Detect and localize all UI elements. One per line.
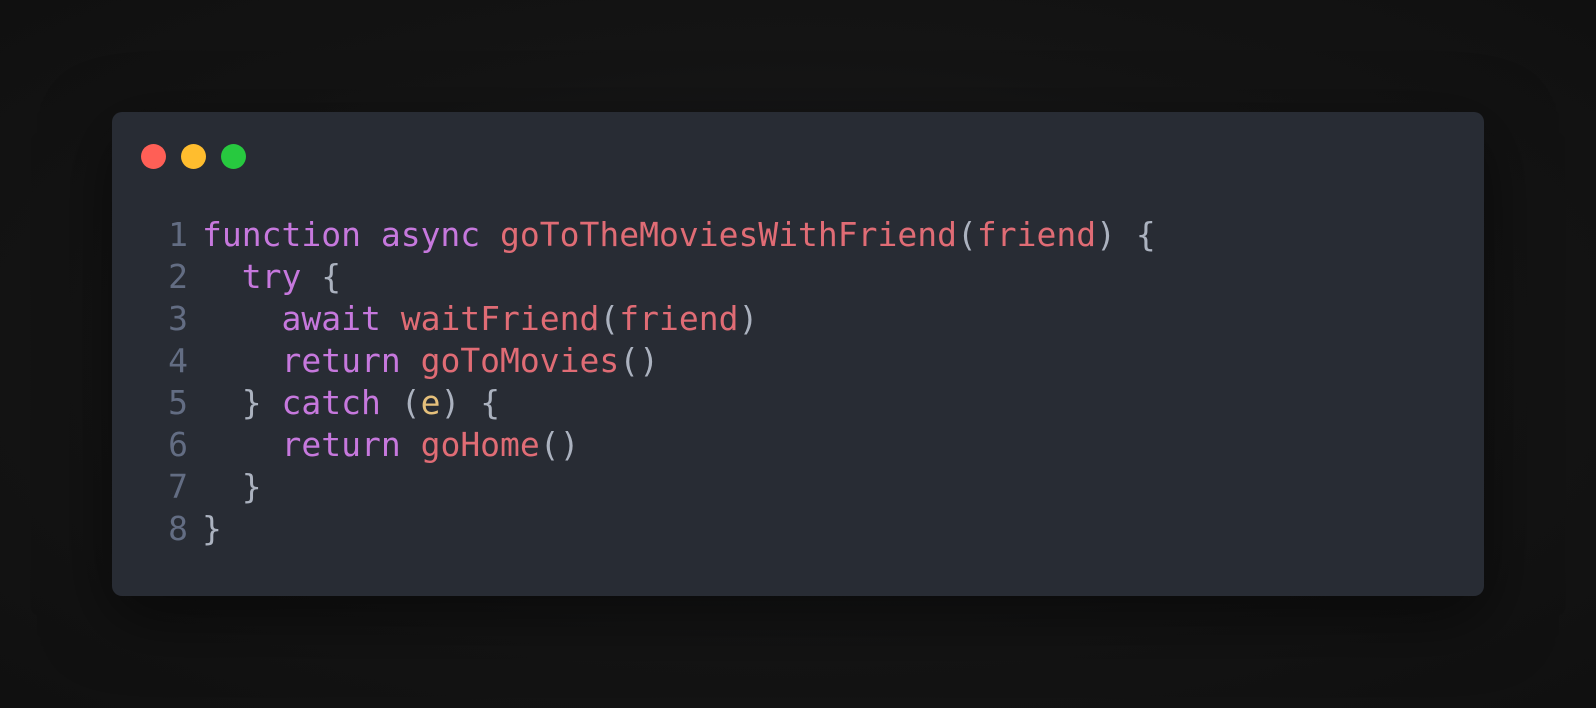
code-token-punctuation — [401, 425, 421, 464]
code-token-function: waitFriend — [400, 299, 600, 338]
window-controls — [141, 144, 246, 169]
code-line: 1 function async goToTheMoviesWithFriend(… — [160, 214, 1156, 256]
code-token-punctuation: } — [202, 467, 262, 506]
code-token-param: friend — [976, 215, 1097, 254]
code-token-keyword: await — [281, 299, 381, 338]
code-token-punctuation: () — [619, 341, 660, 380]
code-token-punctuation — [202, 257, 242, 296]
line-number: 1 — [168, 215, 188, 254]
code-line: 4 return goToMovies() — [160, 340, 1156, 382]
code-token-punctuation: () — [539, 425, 580, 464]
code-token-punctuation: } — [202, 383, 282, 422]
code-token-keyword: catch — [281, 383, 381, 422]
line-number: 8 — [168, 509, 188, 548]
code-token-punctuation — [480, 215, 500, 254]
code-token-function: goHome — [420, 425, 540, 464]
code-token-punctuation: ( — [599, 299, 620, 338]
code-token-punctuation: ( — [957, 215, 977, 254]
line-content: function async goToTheMoviesWithFriend(f… — [202, 214, 1156, 256]
code-token-punctuation — [202, 341, 281, 380]
line-number: 4 — [168, 341, 188, 380]
code-token-variable: e — [420, 383, 441, 422]
close-window-icon[interactable] — [141, 144, 166, 169]
code-token-keyword: return — [281, 341, 401, 380]
line-number: 5 — [168, 383, 188, 422]
minimize-window-icon[interactable] — [181, 144, 206, 169]
code-line: 5 } catch (e) { — [160, 382, 1156, 424]
code-token-punctuation: ) { — [440, 383, 501, 422]
code-line: 6 return goHome() — [160, 424, 1156, 466]
code-token-punctuation: ) { — [1096, 215, 1156, 254]
code-token-punctuation — [381, 299, 401, 338]
line-content: try { — [202, 256, 341, 298]
code-token-keyword: async — [380, 215, 481, 254]
line-content: return goToMovies() — [202, 340, 659, 382]
code-block: 1 function async goToTheMoviesWithFriend(… — [160, 214, 1156, 550]
line-number: 6 — [168, 425, 188, 464]
code-token-param: friend — [619, 299, 739, 338]
code-token-punctuation — [401, 341, 421, 380]
code-token-function: goToTheMoviesWithFriend — [500, 215, 958, 254]
code-token-punctuation — [361, 215, 381, 254]
maximize-window-icon[interactable] — [221, 144, 246, 169]
code-token-keyword: try — [241, 257, 302, 296]
code-token-punctuation — [202, 299, 281, 338]
code-line: 8} — [160, 508, 1156, 550]
line-number: 2 — [168, 257, 188, 296]
line-content: await waitFriend(friend) — [202, 298, 758, 340]
line-content: } catch (e) { — [202, 382, 500, 424]
line-content: return goHome() — [202, 424, 580, 466]
line-content: } — [202, 508, 222, 550]
code-token-punctuation: } — [202, 509, 222, 548]
code-line: 2 try { — [160, 256, 1156, 298]
code-token-keyword: function — [202, 215, 361, 254]
code-window: 1 function async goToTheMoviesWithFriend(… — [112, 112, 1484, 596]
code-token-punctuation: ( — [380, 383, 421, 422]
code-line: 3 await waitFriend(friend) — [160, 298, 1156, 340]
code-token-punctuation — [202, 425, 281, 464]
line-content: } — [202, 466, 262, 508]
code-token-punctuation: { — [301, 257, 342, 296]
line-number: 7 — [168, 467, 188, 506]
line-number: 3 — [168, 299, 188, 338]
code-token-punctuation: ) — [738, 299, 759, 338]
code-token-keyword: return — [281, 425, 401, 464]
code-token-function: goToMovies — [420, 341, 620, 380]
code-line: 7 } — [160, 466, 1156, 508]
